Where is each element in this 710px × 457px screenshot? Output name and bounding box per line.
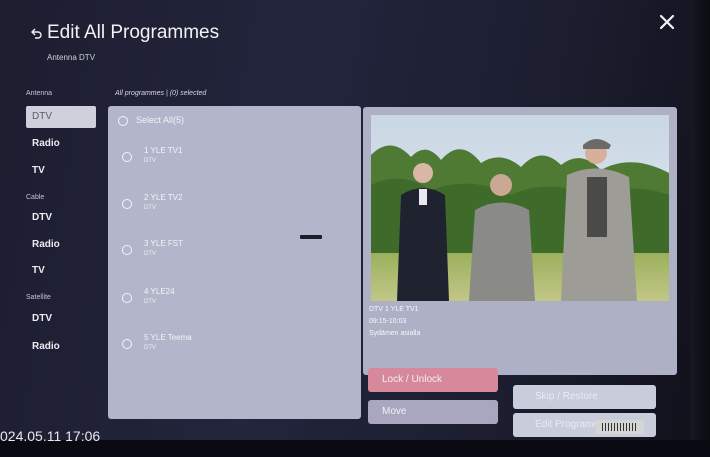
sidebar-item-antenna-dtv[interactable]: DTV [26, 106, 96, 128]
programme-name: 5 YLE Teema [144, 333, 192, 342]
move-button[interactable]: Move [368, 400, 498, 424]
programme-name: 2 YLE TV2 [144, 193, 183, 202]
skip-restore-button[interactable]: Skip / Restore [513, 385, 656, 409]
programme-radio[interactable] [122, 293, 132, 303]
programme-row[interactable]: 1 YLE TV1 DTV [122, 144, 322, 174]
programme-list-panel: Select All(5) 1 YLE TV1 DTV 2 YLE TV2 DT… [108, 106, 361, 419]
programme-type: DTV [144, 251, 156, 257]
select-all-checkbox[interactable]: Select All(5) [118, 114, 318, 130]
programme-type: DTV [144, 345, 156, 351]
programme-radio[interactable] [122, 339, 132, 349]
sidebar-header-cable: Cable [26, 194, 45, 201]
preview-channel: DTV 1 YLE TV1 [369, 306, 419, 313]
programme-type: DTV [144, 158, 156, 164]
back-icon[interactable] [30, 27, 42, 39]
preview-panel: DTV 1 YLE TV1 09:15-10:03 Sydämen asiall… [363, 107, 677, 375]
tv-bezel-bottom [0, 440, 710, 457]
programme-name: 1 YLE TV1 [144, 146, 183, 155]
programme-radio[interactable] [122, 199, 132, 209]
programme-row[interactable]: 2 YLE TV2 DTV [122, 191, 322, 221]
sidebar-header-satellite: Satellite [26, 294, 51, 301]
preview-time: 09:15-10:03 [369, 318, 407, 325]
select-all-label: Select All(5) [136, 115, 185, 125]
sidebar-header-antenna: Antenna [26, 90, 53, 97]
programme-row[interactable]: 3 YLE FST DTV [122, 237, 322, 267]
drag-handle[interactable] [300, 235, 322, 239]
programme-type: DTV [144, 205, 156, 211]
sidebar-item-cable-dtv[interactable]: DTV [26, 207, 96, 229]
sidebar-item-antenna-radio[interactable]: Radio [26, 133, 96, 155]
datetime-stamp: 024.05.11 17:06 [0, 428, 101, 444]
tv-bezel-right [690, 0, 710, 457]
programme-row[interactable]: 4 YLE24 DTV [122, 285, 322, 315]
programme-name: 3 YLE FST [144, 239, 183, 248]
programme-row[interactable]: 5 YLE Teema DTV [122, 331, 322, 361]
lock-unlock-button[interactable]: Lock / Unlock [368, 368, 498, 392]
programme-name: 4 YLE24 [144, 287, 175, 296]
page-subtitle: Antenna DTV [47, 53, 96, 62]
close-icon[interactable] [659, 14, 675, 30]
page-title: Edit All Programmes [47, 22, 220, 43]
programme-radio[interactable] [122, 245, 132, 255]
list-selection-header: All programmes | (0) selected [115, 90, 207, 97]
barcode-sticker [596, 420, 644, 434]
sidebar-item-satellite-dtv[interactable]: DTV [26, 308, 96, 330]
sidebar-item-cable-tv[interactable]: TV [26, 260, 96, 282]
programme-type: DTV [144, 299, 156, 305]
sidebar-item-cable-radio[interactable]: Radio [26, 234, 96, 256]
preview-video-image [371, 115, 669, 301]
sidebar-item-antenna-tv[interactable]: TV [26, 160, 96, 182]
tv-screen: Edit All Programmes Antenna DTV Antenna … [0, 0, 710, 457]
programme-radio[interactable] [122, 152, 132, 162]
sidebar-item-satellite-radio[interactable]: Radio [26, 336, 96, 358]
preview-programme: Sydämen asialla [369, 330, 421, 337]
select-all-radio[interactable] [118, 116, 128, 126]
